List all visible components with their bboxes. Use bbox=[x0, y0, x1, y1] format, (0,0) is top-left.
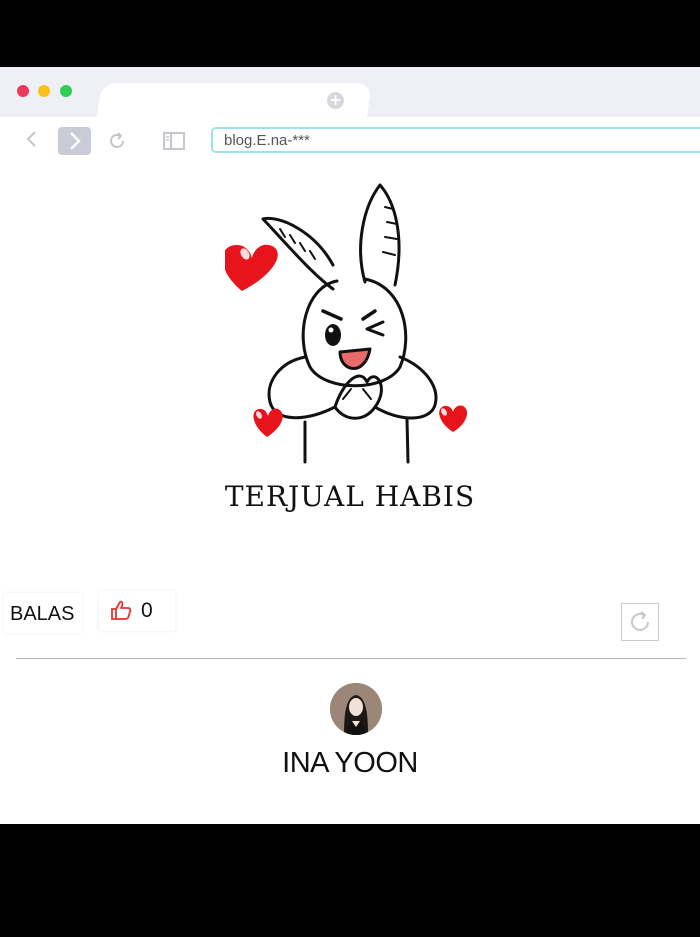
author-avatar[interactable] bbox=[330, 683, 382, 735]
sticker-caption: TERJUAL HABIS bbox=[224, 480, 476, 513]
browser-window: + blog.E.na-*** TERJUAL HABIS BALAS 0 IN… bbox=[0, 67, 700, 824]
minimize-window-button[interactable] bbox=[38, 85, 50, 97]
divider bbox=[16, 658, 686, 659]
rabbit-heart-sticker bbox=[225, 183, 468, 464]
reload-icon[interactable] bbox=[106, 130, 128, 152]
refresh-comments-button[interactable] bbox=[621, 603, 659, 641]
back-icon[interactable] bbox=[22, 129, 42, 149]
tab-bar: + bbox=[0, 67, 700, 117]
forward-icon bbox=[70, 132, 81, 150]
address-bar[interactable]: blog.E.na-*** bbox=[211, 127, 700, 153]
maximize-window-button[interactable] bbox=[60, 85, 72, 97]
reply-button[interactable]: BALAS bbox=[4, 593, 82, 633]
like-button[interactable]: 0 bbox=[99, 591, 175, 631]
heart-icon bbox=[439, 405, 468, 432]
reply-label: BALAS bbox=[10, 603, 75, 625]
heart-icon bbox=[253, 408, 283, 437]
sidebar-icon[interactable] bbox=[163, 132, 185, 150]
author-name: INA YOON bbox=[282, 747, 418, 779]
thumbs-up-icon bbox=[111, 600, 132, 620]
close-window-button[interactable] bbox=[17, 85, 29, 97]
forward-button[interactable] bbox=[58, 127, 91, 155]
plus-icon[interactable]: + bbox=[327, 92, 344, 109]
address-text: blog.E.na-*** bbox=[224, 132, 310, 149]
avatar-image bbox=[330, 683, 382, 735]
browser-toolbar: blog.E.na-*** bbox=[0, 117, 700, 159]
like-count: 0 bbox=[141, 599, 153, 622]
heart-icon bbox=[225, 244, 278, 291]
refresh-icon bbox=[631, 611, 649, 631]
